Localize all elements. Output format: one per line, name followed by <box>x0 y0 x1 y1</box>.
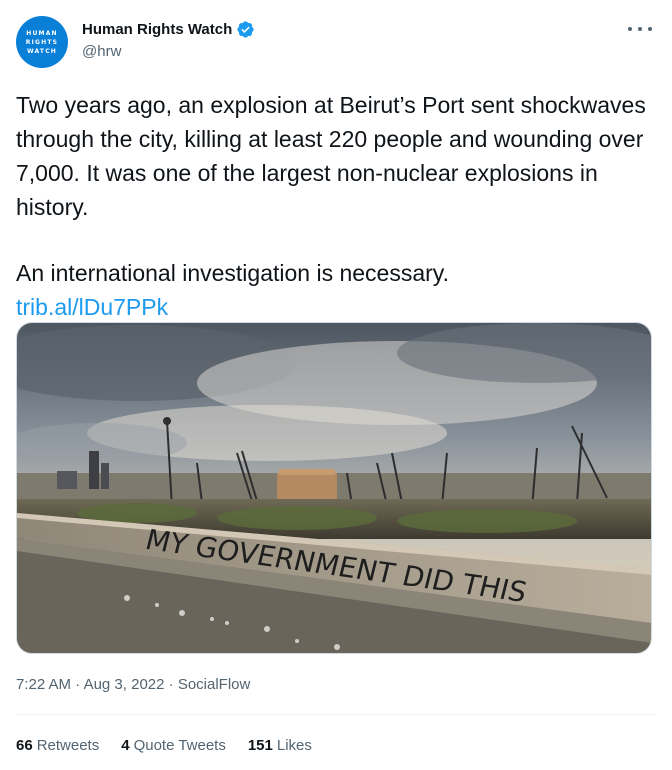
retweets-stat[interactable]: 66 Retweets <box>16 737 99 754</box>
handle[interactable]: @hrw <box>82 43 121 60</box>
verified-badge-icon <box>237 21 254 38</box>
meta-separator: · <box>75 676 81 693</box>
beirut-port-photo: MY GOVERNMENT DID THIS <box>17 323 651 653</box>
tweet-date[interactable]: Aug 3, 2022 <box>84 676 165 693</box>
divider <box>16 714 656 715</box>
tweet-source[interactable]: SocialFlow <box>178 676 251 693</box>
author-name-row: Human Rights Watch <box>82 20 255 39</box>
tweet-meta: 7:22 AM · Aug 3, 2022 · SocialFlow <box>16 676 250 693</box>
tweet-link[interactable]: trib.al/lDu7PPk <box>16 294 168 320</box>
tweet-text: Two years ago, an explosion at Beirut’s … <box>16 88 656 324</box>
avatar-line-2: RIGHTS <box>25 38 59 46</box>
engagement-stats: 66 Retweets 4 Quote Tweets 151 Likes <box>16 737 334 754</box>
avatar-line-1: HUMAN <box>26 29 58 37</box>
quote-tweets-stat[interactable]: 4 Quote Tweets <box>121 737 226 754</box>
tweet-paragraph-2: An international investigation is necess… <box>16 260 449 286</box>
display-name[interactable]: Human Rights Watch <box>82 21 232 38</box>
tweet-card: HUMAN RIGHTS WATCH Human Rights Watch @h… <box>0 0 672 770</box>
tweet-time[interactable]: 7:22 AM <box>16 676 71 693</box>
likes-stat[interactable]: 151 Likes <box>248 737 312 754</box>
avatar[interactable]: HUMAN RIGHTS WATCH <box>16 16 68 68</box>
more-options-icon[interactable] <box>628 20 652 38</box>
tweet-paragraph-1: Two years ago, an explosion at Beirut’s … <box>16 92 646 220</box>
meta-separator: · <box>168 676 174 693</box>
tweet-image[interactable]: MY GOVERNMENT DID THIS <box>16 322 652 654</box>
avatar-line-3: WATCH <box>26 47 58 55</box>
